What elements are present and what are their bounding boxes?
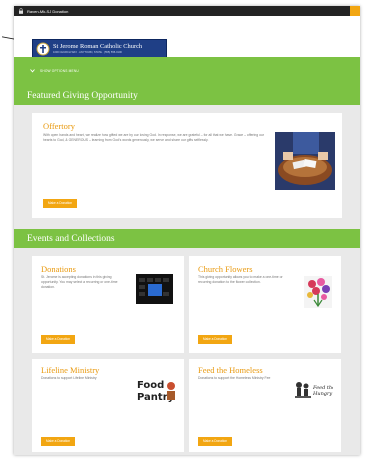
church-name: St Jerome Roman Catholic Church — [53, 43, 143, 50]
church-address: 1000 CHURCH WAY · ANYTOWN, STATE · (555)… — [53, 51, 122, 54]
lifeline-ministry-card: Lifeline Ministry Donations to support L… — [32, 359, 184, 452]
offertory-title: Offertory — [43, 121, 75, 131]
donations-card: Donations St. Jerome is accepting donati… — [32, 256, 184, 353]
feed-the-homeless-card: Feed the Homeless Donations to support t… — [189, 359, 341, 452]
featured-heading: Featured Giving Opportunity — [27, 90, 138, 101]
church-logo[interactable]: St Jerome Roman Catholic Church 1000 CHU… — [32, 39, 167, 59]
church-flowers-card: Church Flowers This giving opportunity a… — [189, 256, 341, 353]
donation-page-screenshot: Raven-Mk-SJ Donation St Jerome Roman Cat… — [14, 6, 360, 455]
church-flowers-description: This giving opportunity allows you to ma… — [198, 275, 283, 284]
donations-keyboard-image — [136, 274, 173, 304]
browser-top-bar: Raven-Mk-SJ Donation — [14, 6, 360, 16]
offertory-description: With open hands and heart, we realize ho… — [43, 133, 265, 142]
feed-the-hungry-image: Feed the Hungry — [293, 379, 333, 401]
options-menu-toggle[interactable]: SHOW OPTIONS MENU — [30, 68, 79, 73]
window-title: Raven-Mk-SJ Donation — [27, 8, 69, 14]
featured-section-header: Featured Giving Opportunity — [14, 86, 360, 105]
lifeline-ministry-title: Lifeline Ministry — [41, 365, 100, 375]
donations-donate-button[interactable]: Make a Donation — [41, 335, 75, 344]
events-heading: Events and Collections — [27, 233, 115, 244]
svg-text:Hungry: Hungry — [312, 391, 332, 397]
church-crest-icon — [36, 42, 50, 56]
chevron-down-icon — [30, 69, 35, 73]
events-section-header: Events and Collections — [14, 229, 360, 248]
church-flowers-donate-button[interactable]: Make a Donation — [198, 335, 232, 344]
food-pantry-drawing: Food Pantry — [137, 380, 175, 403]
lifeline-ministry-donate-button[interactable]: Make a Donation — [41, 437, 75, 446]
offertory-donate-button[interactable]: Make a Donation — [43, 199, 77, 208]
offertory-basket-image — [275, 132, 335, 190]
svg-text:Food: Food — [137, 380, 164, 391]
top-menu-button[interactable] — [350, 6, 360, 16]
nav-bar: SHOW OPTIONS MENU — [14, 57, 360, 86]
offertory-card: Offertory With open hands and heart, we … — [32, 113, 342, 218]
feed-the-hungry-drawing: Feed the Hungry — [295, 382, 333, 398]
options-menu-label: SHOW OPTIONS MENU — [40, 68, 79, 73]
site-header: St Jerome Roman Catholic Church 1000 CHU… — [14, 16, 360, 59]
lifeline-ministry-description: Donations to support Lifeline Ministry — [41, 376, 97, 380]
feed-the-homeless-title: Feed the Homeless — [198, 365, 263, 375]
donations-description: St. Jerome is accepting donations in thi… — [41, 275, 118, 289]
donations-title: Donations — [41, 264, 76, 274]
lock-icon — [19, 8, 23, 14]
food-pantry-image: Food Pantry — [136, 377, 176, 403]
church-flowers-title: Church Flowers — [198, 264, 253, 274]
flowers-image — [304, 276, 332, 308]
feed-the-homeless-description: Donations to support the Homeless Minist… — [198, 376, 271, 380]
feed-the-homeless-donate-button[interactable]: Make a Donation — [198, 437, 232, 446]
